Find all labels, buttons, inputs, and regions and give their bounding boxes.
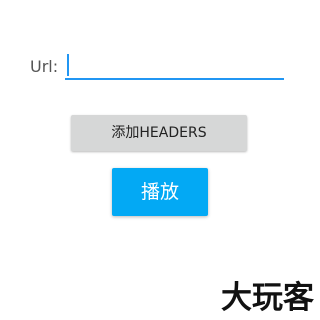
watermark-logo: 大玩客 [221,280,314,316]
add-headers-button[interactable]: 添加HEADERS [71,115,247,151]
url-label: Url: [30,57,59,76]
url-input[interactable] [65,52,284,80]
play-button[interactable]: 播放 [112,168,208,216]
text-cursor [67,54,69,76]
app-screen: Url: 添加HEADERS 播放 大玩客 [0,0,320,320]
